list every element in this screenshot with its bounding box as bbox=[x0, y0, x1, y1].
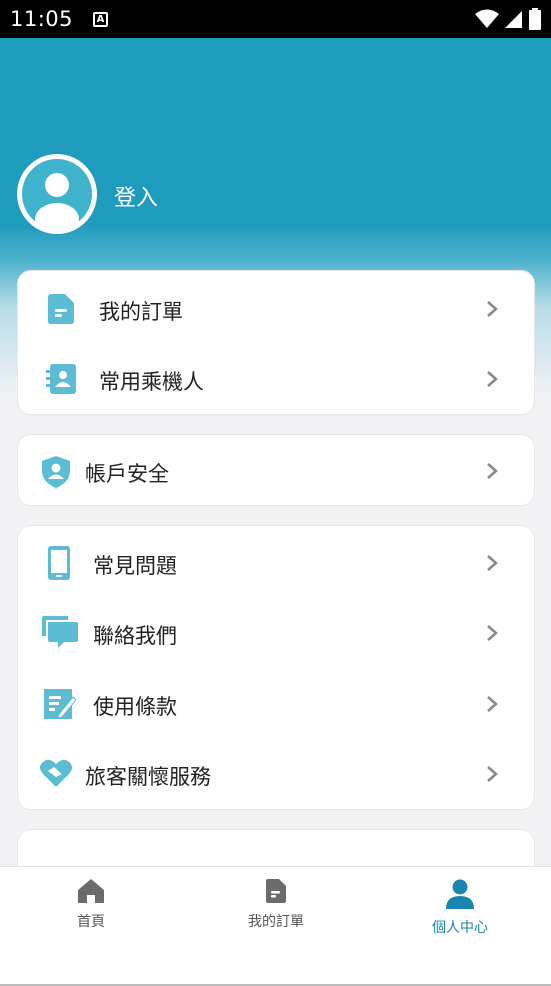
orders-card: 我的訂單 常用乘機人 bbox=[17, 270, 535, 415]
menu-item-label: 旅客關懷服務 bbox=[85, 765, 211, 789]
menu-item-label: 帳戶安全 bbox=[85, 462, 169, 486]
contact-book-icon bbox=[46, 364, 76, 394]
menu-item-faq[interactable]: 常見問題 bbox=[18, 528, 534, 598]
status-bar: 11:05 A bbox=[0, 0, 551, 38]
wifi-icon bbox=[475, 9, 499, 28]
menu-item-label: 我的訂單 bbox=[99, 300, 183, 324]
status-time: 11:05 bbox=[10, 7, 74, 31]
document-icon bbox=[266, 879, 286, 903]
phone-icon bbox=[48, 546, 70, 580]
nav-label: 個人中心 bbox=[432, 920, 488, 936]
chevron-right-icon bbox=[487, 371, 498, 387]
battery-icon bbox=[529, 8, 541, 30]
chevron-right-icon bbox=[487, 463, 498, 479]
nav-label: 首頁 bbox=[77, 914, 105, 930]
notification-icon: A bbox=[93, 11, 109, 27]
chevron-right-icon bbox=[487, 625, 498, 641]
chevron-right-icon bbox=[487, 301, 498, 317]
nav-tab-my-orders[interactable]: 我的訂單 bbox=[216, 879, 336, 931]
chevron-right-icon bbox=[487, 696, 498, 712]
menu-item-terms-of-use[interactable]: 使用條款 bbox=[18, 669, 534, 739]
bottom-nav: 首頁 我的訂單 個人中心 bbox=[0, 866, 551, 986]
person-icon bbox=[446, 879, 474, 909]
menu-item-contact-us[interactable]: 聯絡我們 bbox=[18, 598, 534, 668]
default-user-icon bbox=[22, 159, 92, 229]
menu-item-account-security[interactable]: 帳戶安全 bbox=[18, 436, 534, 506]
shield-user-icon bbox=[42, 456, 70, 488]
support-card: 常見問題 聯絡我們 使用條款 旅客關懷服務 bbox=[17, 525, 535, 810]
status-icons bbox=[475, 8, 541, 30]
document-icon bbox=[48, 294, 74, 324]
login-link[interactable]: 登入 bbox=[114, 180, 158, 212]
signal-icon bbox=[505, 11, 522, 28]
nav-tab-personal-center[interactable]: 個人中心 bbox=[400, 879, 520, 937]
menu-item-label: 使用條款 bbox=[93, 695, 177, 719]
menu-item-my-orders[interactable]: 我的訂單 bbox=[18, 274, 534, 344]
menu-item-frequent-passengers[interactable]: 常用乘機人 bbox=[18, 344, 534, 414]
menu-item-label: 常用乘機人 bbox=[99, 370, 204, 394]
heart-hands-icon bbox=[40, 759, 72, 787]
home-icon bbox=[78, 879, 104, 903]
chevron-right-icon bbox=[487, 766, 498, 782]
menu-item-label: 聯絡我們 bbox=[93, 624, 177, 648]
account-card: 帳戶安全 bbox=[17, 434, 535, 506]
nav-tab-home[interactable]: 首頁 bbox=[31, 879, 151, 931]
chat-bubbles-icon bbox=[42, 616, 78, 648]
menu-item-passenger-care[interactable]: 旅客關懷服務 bbox=[18, 739, 534, 809]
chevron-right-icon bbox=[487, 555, 498, 571]
edit-note-icon bbox=[44, 687, 76, 719]
avatar[interactable] bbox=[17, 154, 97, 234]
menu-item-label: 常見問題 bbox=[93, 554, 177, 578]
nav-label: 我的訂單 bbox=[248, 914, 304, 930]
